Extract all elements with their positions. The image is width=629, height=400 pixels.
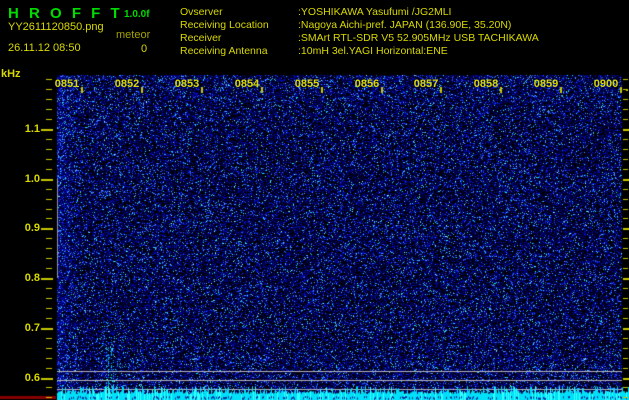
x-axis-tick-label: 0852: [114, 78, 140, 90]
x-axis-tick-label: 0854: [234, 78, 260, 90]
spectrogram-canvas: [0, 0, 629, 400]
station-info-row: Receiving Antenna :10mH 3el.YAGI Horizont…: [180, 45, 539, 58]
y-axis-tick-label: 0.9: [24, 222, 40, 234]
x-axis-tick-label: 0856: [354, 78, 380, 90]
x-axis-tick-label: 0853: [174, 78, 200, 90]
x-axis-tick-label: 0859: [533, 78, 559, 90]
station-info-value: :Nagoya Aichi-pref. JAPAN (136.90E, 35.2…: [298, 19, 512, 31]
x-axis-tick-label: 0858: [473, 78, 499, 90]
y-axis-tick-label: 0.8: [24, 272, 40, 284]
meteor-count-value: 0: [141, 43, 148, 55]
station-info-value: :YOSHIKAWA Yasufumi /JG2MLI: [298, 6, 452, 18]
observation-datetime: 26.11.12 08:50: [8, 42, 81, 54]
y-axis-tick-label: 1.1: [24, 123, 40, 135]
station-info-value: :10mH 3el.YAGI Horizontal:ENE: [298, 45, 448, 57]
y-axis-tick-label: 0.7: [24, 322, 40, 334]
station-info-label: Receiver: [180, 32, 222, 44]
y-axis-tick-label: 0.6: [24, 372, 40, 384]
x-axis-tick-label: 0900: [593, 78, 619, 90]
station-info-row: Receiving Location :Nagoya Aichi-pref. JA…: [180, 19, 539, 32]
y-axis-tick-label: 1.0: [24, 173, 40, 185]
station-info-label: Receiving Antenna: [180, 45, 268, 57]
x-axis-tick-label: 0857: [413, 78, 439, 90]
output-filename: YY2611120850.png: [8, 21, 104, 33]
station-info-row: Receiver :SMArt RTL-SDR V5 52.905MHz USB …: [180, 32, 539, 45]
app-title: H R O F F T: [8, 5, 123, 22]
station-info-value: :SMArt RTL-SDR V5 52.905MHz USB TACHIKAW…: [298, 32, 539, 44]
station-info-block: Ovserver:YOSHIKAWA Yasufumi /JG2MLI Recei…: [180, 6, 539, 58]
meteor-count-label: meteor: [116, 29, 151, 41]
x-axis-tick-label: 0855: [294, 78, 320, 90]
station-info-row: Ovserver :YOSHIKAWA Yasufumi /JG2MLI: [180, 6, 539, 19]
x-axis-tick-label: 0851: [54, 78, 80, 90]
hrofft-window: H R O F F T 1.0.0f YY2611120850.png mete…: [0, 0, 629, 400]
station-info-label: Receiving Location: [180, 19, 269, 31]
app-version: 1.0.0f: [124, 9, 150, 20]
station-info-label: Ovserver: [180, 6, 223, 18]
y-axis-unit-label: kHz: [1, 68, 21, 80]
